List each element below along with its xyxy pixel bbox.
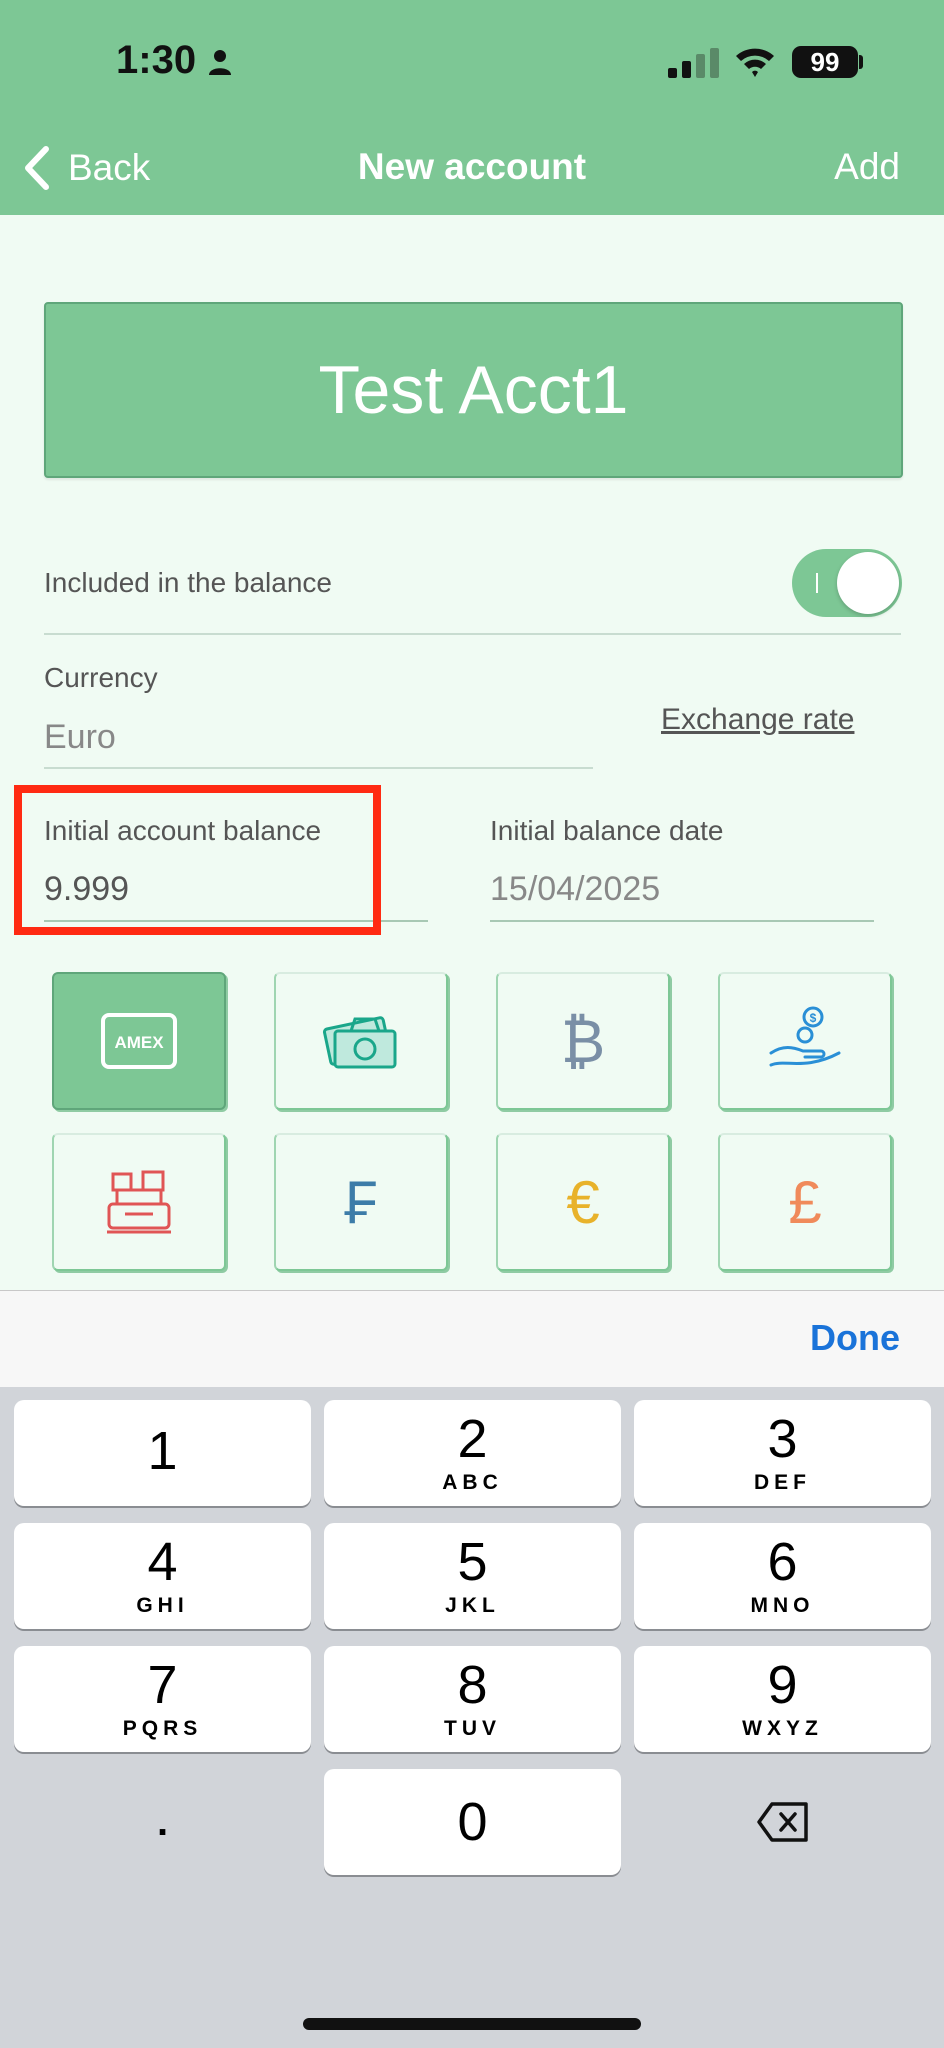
key-letters: GHI (136, 1594, 189, 1617)
status-time: 1:30 (116, 38, 197, 82)
amex-card-icon: AMEX (101, 1013, 177, 1069)
currency-field[interactable]: Euro (44, 718, 116, 757)
svg-text:$: $ (810, 1011, 817, 1025)
coin-hand-icon: $ (769, 1006, 841, 1067)
bitcoin-icon: ₿ (560, 1007, 606, 1075)
bitcoin-tile[interactable]: ₿ (496, 972, 670, 1110)
key-letters: ABC (442, 1471, 503, 1494)
done-button[interactable]: Done (810, 1317, 900, 1359)
included-in-balance-label: Included in the balance (44, 567, 332, 598)
navigation-bar: Back New account Add (0, 120, 944, 215)
key-letters: PQRS (122, 1717, 203, 1740)
key-2[interactable]: 2 ABC (324, 1400, 621, 1506)
initial-date-label: Initial balance date (490, 815, 724, 846)
initial-date-field[interactable]: 15/04/2025 (490, 870, 660, 909)
included-in-balance-toggle[interactable] (792, 549, 902, 617)
key-0[interactable]: 0 (324, 1769, 621, 1875)
status-bar: 1:30 99 (0, 0, 944, 120)
currency-underline (44, 767, 593, 769)
toggle-knob (837, 552, 899, 614)
key-number: 6 (767, 1532, 798, 1592)
battery-tip (859, 55, 863, 69)
person-icon (209, 50, 231, 75)
amex-text: AMEX (114, 1033, 164, 1052)
key-number: 1 (147, 1421, 178, 1481)
exchange-rate-link[interactable]: Exchange rate (661, 703, 854, 737)
wifi-icon (736, 48, 774, 77)
key-3[interactable]: 3 DEF (634, 1400, 931, 1506)
amex-card-tile[interactable]: AMEX (52, 972, 226, 1110)
home-indicator (303, 2018, 641, 2030)
account-name-field[interactable]: Test Acct1 (44, 302, 903, 478)
key-letters: MNO (750, 1594, 815, 1617)
divider (44, 633, 901, 635)
toggle-on-mark (816, 573, 818, 593)
highlight-annotation (14, 785, 381, 935)
key-number: 4 (147, 1532, 178, 1592)
cash-register-tile[interactable] (52, 1133, 226, 1271)
decimal-label: . (156, 1799, 169, 1844)
key-8[interactable]: 8 TUV (324, 1646, 621, 1752)
key-number: 8 (457, 1655, 488, 1715)
key-number: 3 (767, 1409, 798, 1469)
key-number: 5 (457, 1532, 488, 1592)
key-number: 9 (767, 1655, 798, 1715)
key-letters: DEF (754, 1471, 811, 1494)
coin-hand-tile[interactable]: $ (718, 972, 892, 1110)
key-letters: TUV (444, 1717, 501, 1740)
key-5[interactable]: 5 JKL (324, 1523, 621, 1629)
key-letters: JKL (445, 1594, 500, 1617)
key-number: 7 (147, 1655, 178, 1715)
franc-tile[interactable]: ₣ (274, 1133, 448, 1271)
initial-date-underline (490, 920, 874, 922)
cellular-signal-icon (668, 48, 719, 78)
euro-icon: € (566, 1168, 600, 1236)
key-delete[interactable] (634, 1769, 931, 1875)
key-decimal[interactable]: . (14, 1769, 311, 1875)
key-1[interactable]: 1 (14, 1400, 311, 1506)
key-number: 2 (457, 1409, 488, 1469)
cash-register-icon (107, 1170, 171, 1234)
pound-icon: £ (788, 1168, 822, 1236)
numeric-keyboard: Done 1 2 ABC 3 DEF 4 GHI 5 JKL 6 MNO 7 P… (0, 1290, 944, 2048)
pound-tile[interactable]: £ (718, 1133, 892, 1271)
key-6[interactable]: 6 MNO (634, 1523, 931, 1629)
currency-label: Currency (44, 662, 158, 693)
key-4[interactable]: 4 GHI (14, 1523, 311, 1629)
franc-icon: ₣ (344, 1168, 378, 1236)
euro-tile[interactable]: € (496, 1133, 670, 1271)
key-letters: WXYZ (742, 1717, 823, 1740)
cash-banknotes-icon (322, 1016, 397, 1069)
backspace-icon (756, 1802, 808, 1842)
key-9[interactable]: 9 WXYZ (634, 1646, 931, 1752)
page-title: New account (357, 146, 587, 187)
add-button[interactable]: Add (834, 146, 900, 188)
key-number: 0 (457, 1792, 488, 1852)
battery-indicator: 99 (792, 46, 858, 78)
keyboard-accessory-bar: Done (0, 1290, 944, 1387)
key-7[interactable]: 7 PQRS (14, 1646, 311, 1752)
cash-tile[interactable] (274, 972, 448, 1110)
